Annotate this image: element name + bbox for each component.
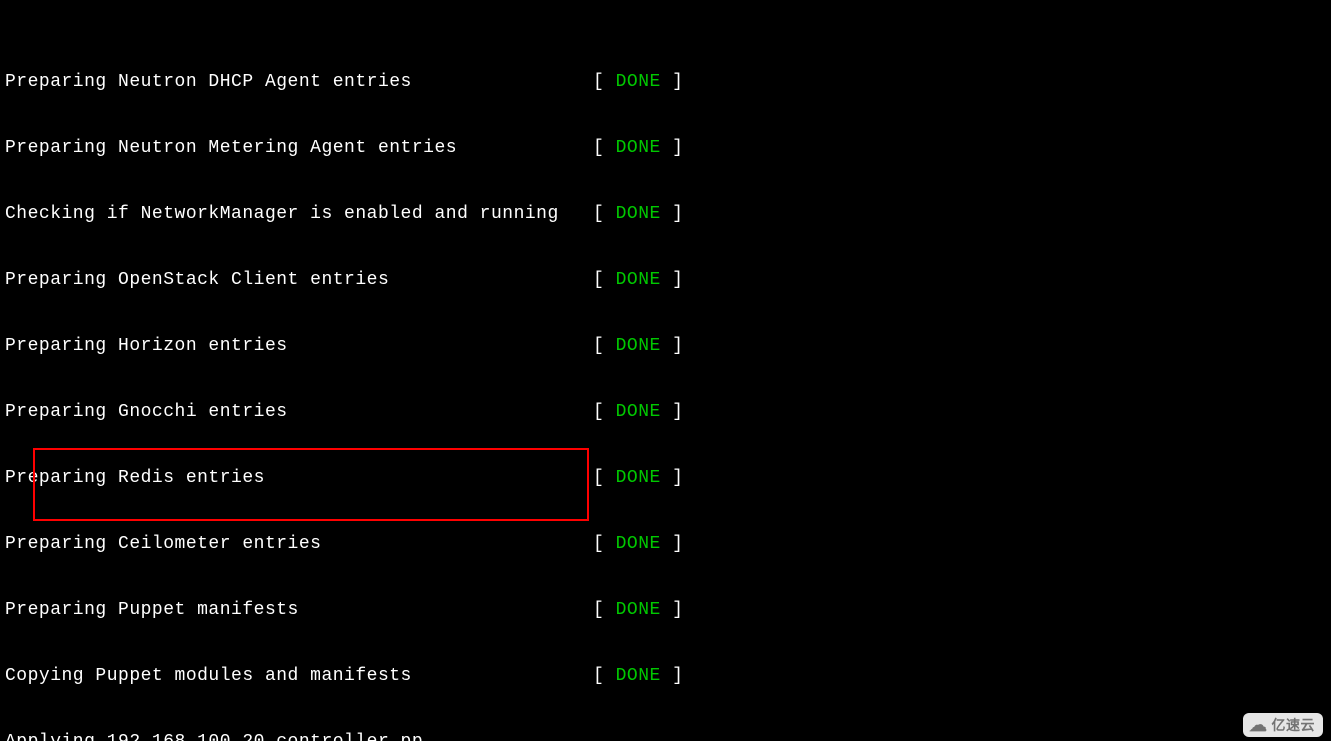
log-text: Preparing Gnocchi entries: [5, 401, 288, 423]
log-text: Preparing Horizon entries: [5, 335, 288, 357]
log-line: Checking if NetworkManager is enabled an…: [5, 203, 1326, 225]
status: [ DONE ]: [593, 599, 683, 621]
status: [ DONE ]: [593, 71, 683, 93]
status: [ DONE ]: [593, 467, 683, 489]
log-text: Applying 192.168.100.20_controller.pp: [5, 731, 423, 741]
log-line: Preparing Puppet manifests [ DONE ]: [5, 599, 1326, 621]
log-line: Preparing Neutron DHCP Agent entries [ DO…: [5, 71, 1326, 93]
log-line: Preparing Horizon entries [ DONE ]: [5, 335, 1326, 357]
status: [ DONE ]: [593, 203, 683, 225]
log-text: Preparing Ceilometer entries: [5, 533, 321, 555]
log-line: Preparing Neutron Metering Agent entries…: [5, 137, 1326, 159]
status: [ DONE ]: [593, 335, 683, 357]
log-line: Applying 192.168.100.20_controller.pp: [5, 731, 1326, 741]
log-text: Copying Puppet modules and manifests: [5, 665, 412, 687]
status: [ DONE ]: [593, 533, 683, 555]
log-line: Preparing Redis entries [ DONE ]: [5, 467, 1326, 489]
log-text: Preparing Puppet manifests: [5, 599, 299, 621]
watermark-text: 亿速云: [1272, 714, 1316, 736]
log-text: Preparing OpenStack Client entries: [5, 269, 389, 291]
status: [ DONE ]: [593, 401, 683, 423]
status: [ DONE ]: [593, 137, 683, 159]
log-line: Preparing Gnocchi entries [ DONE ]: [5, 401, 1326, 423]
status: [ DONE ]: [593, 665, 683, 687]
status: [ DONE ]: [593, 269, 683, 291]
log-line: Copying Puppet modules and manifests [ DO…: [5, 665, 1326, 687]
watermark-logo: ☁ 亿速云: [1243, 713, 1323, 737]
log-line: Preparing OpenStack Client entries [ DONE…: [5, 269, 1326, 291]
log-line: Preparing Ceilometer entries [ DONE ]: [5, 533, 1326, 555]
log-text: Checking if NetworkManager is enabled an…: [5, 203, 559, 225]
terminal-output[interactable]: Preparing Neutron DHCP Agent entries [ DO…: [0, 0, 1331, 741]
log-text: Preparing Neutron Metering Agent entries: [5, 137, 457, 159]
log-text: Preparing Neutron DHCP Agent entries: [5, 71, 412, 93]
log-text: Preparing Redis entries: [5, 467, 265, 489]
cloud-icon: ☁: [1249, 716, 1268, 734]
